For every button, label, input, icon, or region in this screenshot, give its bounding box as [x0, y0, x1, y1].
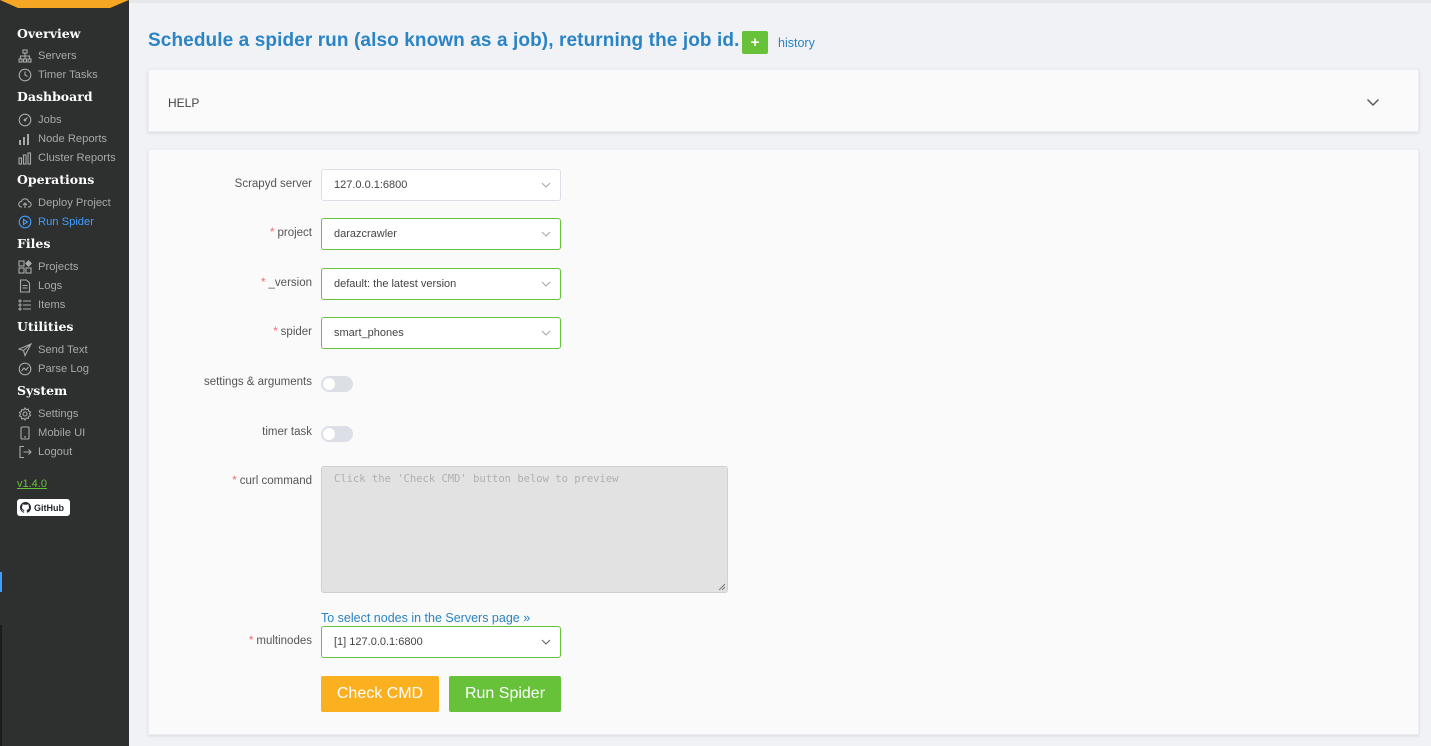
chevron-down-icon: [541, 281, 551, 287]
spider-label: * spider: [273, 326, 312, 338]
sidebar-item-label: Projects: [38, 260, 79, 273]
sidebar-item-settings[interactable]: Settings: [17, 405, 78, 422]
section-files: Files: [17, 236, 51, 251]
sidebar-edge-marker: [0, 572, 2, 592]
spider-select[interactable]: smart_phones: [321, 317, 561, 349]
project-select[interactable]: darazcrawler: [321, 218, 561, 250]
help-label: HELP: [168, 96, 200, 110]
version-label: * _version: [261, 277, 312, 289]
sidebar-item-label: Logs: [38, 279, 63, 292]
sidebar-item-label: Node Reports: [38, 132, 108, 145]
sidebar-item-parse-log[interactable]: Parse Log: [17, 360, 89, 377]
section-system: System: [17, 383, 68, 398]
settings-args-label: settings & arguments: [203, 376, 312, 388]
mobile-icon: [17, 425, 32, 440]
sidebar-item-label: Servers: [38, 49, 77, 62]
github-badge[interactable]: GitHub: [17, 499, 70, 516]
clock-icon: [17, 67, 32, 82]
spider-value: smart_phones: [334, 327, 404, 339]
server-label: Scrapyd server: [234, 178, 312, 190]
cloud-upload-icon: [17, 195, 32, 210]
chevron-down-icon: [541, 639, 551, 645]
version-select[interactable]: default: the latest version: [321, 268, 561, 300]
timer-task-toggle[interactable]: [321, 426, 353, 442]
curl-textarea[interactable]: Click the 'Check CMD' button below to pr…: [321, 466, 728, 593]
page-title: Schedule a spider run (also known as a j…: [148, 30, 740, 51]
history-link[interactable]: history: [778, 36, 815, 50]
gear-icon: [17, 406, 32, 421]
sidebar-item-mobile-ui[interactable]: Mobile UI: [17, 424, 85, 441]
top-bar: [129, 0, 1431, 3]
curl-label: * curl command: [232, 475, 312, 487]
sidebar-item-label: Deploy Project: [38, 196, 111, 209]
chevron-down-icon: [541, 182, 551, 188]
grid-icon: [17, 259, 32, 274]
paper-plane-icon: [17, 342, 32, 357]
sidebar-item-items[interactable]: Items: [17, 296, 65, 313]
line-chart-icon: [17, 361, 32, 376]
timer-task-label: timer task: [262, 426, 312, 438]
version-link[interactable]: v1.4.0: [17, 478, 47, 490]
sidebar-item-label: Settings: [38, 407, 79, 420]
server-value: 127.0.0.1:6800: [334, 179, 408, 191]
bar-chart-icon: [17, 131, 32, 146]
sidebar-item-send-text[interactable]: Send Text: [17, 341, 88, 358]
sidebar-item-label: Items: [38, 298, 66, 311]
sidebar-dark-strip: [0, 625, 2, 746]
sidebar-item-run-spider[interactable]: Run Spider: [17, 213, 94, 230]
sidebar-item-deploy-project[interactable]: Deploy Project: [17, 194, 111, 211]
sidebar-item-label: Parse Log: [38, 362, 89, 375]
logout-icon: [17, 444, 32, 459]
speedometer-icon: [17, 112, 32, 127]
sidebar-item-projects[interactable]: Projects: [17, 258, 78, 275]
sidebar-item-node-reports[interactable]: Node Reports: [17, 130, 107, 147]
sidebar-item-label: Mobile UI: [38, 426, 86, 439]
github-label: GitHub: [34, 502, 64, 513]
sidebar-item-cluster-reports[interactable]: Cluster Reports: [17, 149, 116, 166]
section-overview: Overview: [17, 26, 81, 41]
github-icon: [20, 502, 31, 513]
sidebar-item-label: Send Text: [38, 343, 88, 356]
sidebar-item-logs[interactable]: Logs: [17, 277, 62, 294]
curl-placeholder: Click the 'Check CMD' button below to pr…: [334, 473, 619, 485]
section-operations: Operations: [17, 172, 95, 187]
sidebar-item-servers[interactable]: Servers: [17, 47, 77, 64]
section-dashboard: Dashboard: [17, 89, 93, 104]
document-icon: [17, 278, 32, 293]
chevron-down-icon: [541, 231, 551, 237]
project-label: * project: [269, 227, 312, 239]
multinodes-select[interactable]: [1] 127.0.0.1:6800: [321, 626, 561, 658]
sidebar-item-label: Cluster Reports: [38, 151, 116, 164]
bar-chart-icon: [17, 150, 32, 165]
multinodes-value: [1] 127.0.0.1:6800: [334, 636, 423, 648]
run-spider-button[interactable]: Run Spider: [449, 676, 561, 712]
server-select[interactable]: 127.0.0.1:6800: [321, 169, 561, 201]
servers-page-link[interactable]: To select nodes in the Servers page »: [321, 611, 530, 625]
settings-args-toggle[interactable]: [321, 376, 353, 392]
chevron-down-icon: [541, 330, 551, 336]
sidebar-item-label: Jobs: [38, 113, 62, 126]
toggle-knob: [323, 428, 335, 440]
resize-handle-icon[interactable]: [718, 583, 726, 591]
section-utilities: Utilities: [17, 319, 74, 334]
add-button[interactable]: +: [742, 31, 768, 54]
sidebar-item-label: Timer Tasks: [38, 68, 98, 81]
help-collapse[interactable]: HELP: [148, 69, 1419, 132]
version-value: default: the latest version: [334, 278, 457, 290]
project-value: darazcrawler: [334, 228, 397, 240]
sidebar-item-label: Run Spider: [38, 215, 94, 228]
play-circle-icon: [17, 214, 32, 229]
list-icon: [17, 297, 32, 312]
sidebar-item-logout[interactable]: Logout: [17, 443, 72, 460]
chevron-down-icon: [1367, 99, 1379, 106]
sidebar-top-stripe: [0, 0, 129, 8]
toggle-knob: [323, 378, 335, 390]
sidebar: Overview Servers Timer Tasks Dashboard J…: [0, 0, 129, 746]
sidebar-item-label: Logout: [38, 445, 73, 458]
multinodes-label: * multinodes: [248, 635, 312, 647]
check-cmd-button[interactable]: Check CMD: [321, 676, 439, 712]
sidebar-item-jobs[interactable]: Jobs: [17, 111, 62, 128]
sidebar-item-timer-tasks[interactable]: Timer Tasks: [17, 66, 98, 83]
sitemap-icon: [17, 48, 32, 63]
